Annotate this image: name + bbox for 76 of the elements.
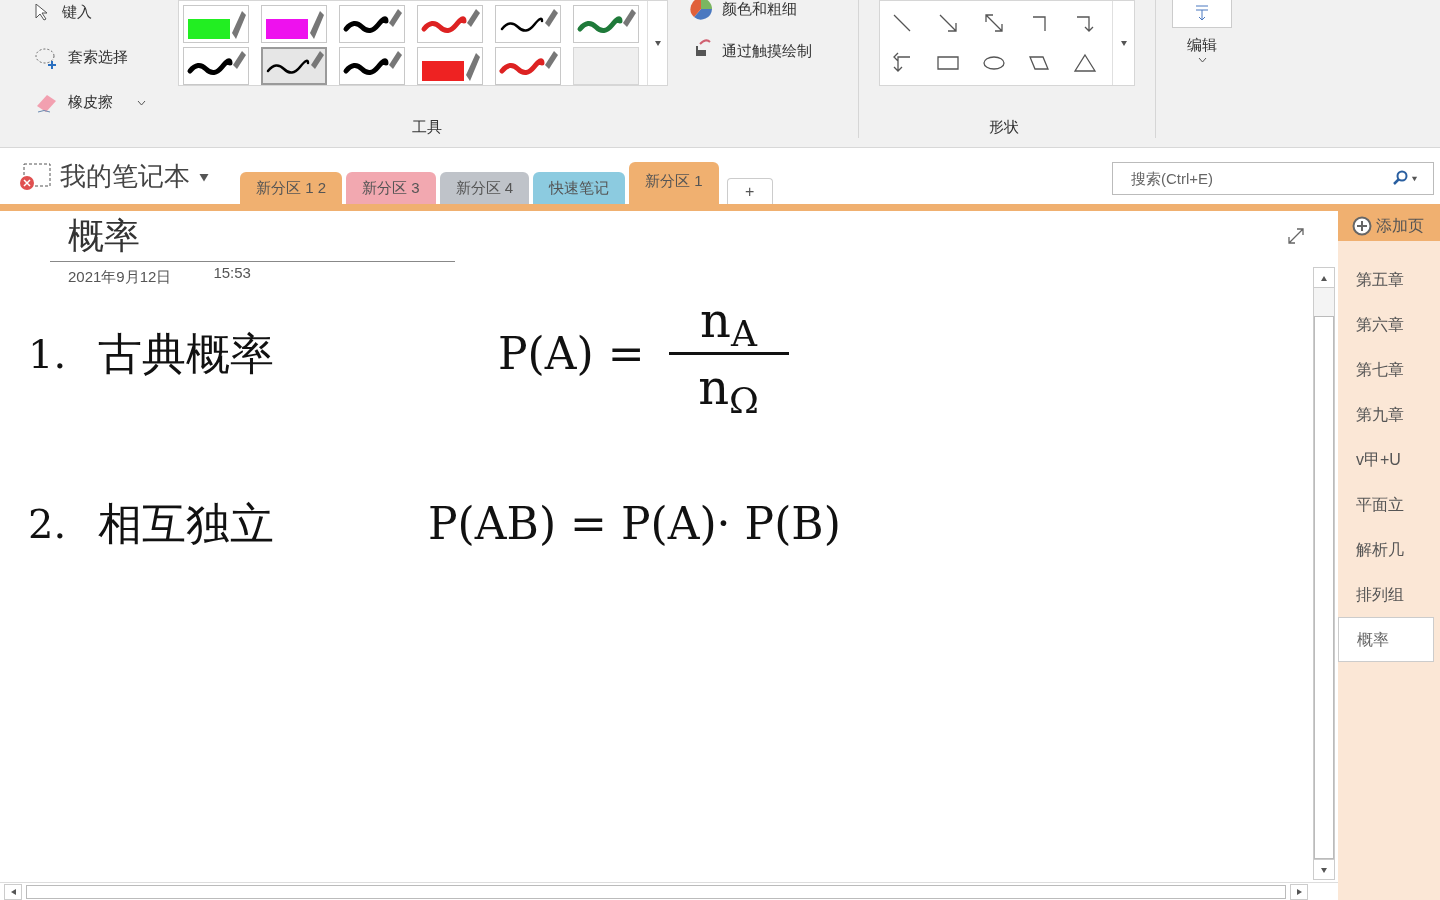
dropdown-icon	[1119, 39, 1128, 47]
dropdown-icon	[1411, 174, 1418, 182]
pen-swatch[interactable]	[339, 5, 405, 43]
page-list-item[interactable]: 概率	[1338, 617, 1434, 662]
section-tab[interactable]: 新分区 1 2	[240, 172, 343, 204]
pen-swatch[interactable]	[495, 47, 561, 85]
ribbon-tool-button[interactable]: 套索选择	[34, 35, 174, 80]
dropdown-icon	[653, 39, 662, 47]
ink-formula: P(AB) = P(A)· P(B)	[428, 496, 841, 551]
ink-heading: 相互独立	[98, 496, 275, 551]
notebook-name[interactable]: 我的笔记本	[60, 157, 190, 196]
page-list-item[interactable]: 平面立	[1338, 482, 1440, 527]
pen-swatch[interactable]	[183, 47, 249, 85]
group-label: 工具	[412, 117, 443, 137]
page-list-item[interactable]: 第九章	[1338, 392, 1440, 437]
add-section-tab[interactable]: +	[726, 178, 773, 204]
page-list-item[interactable]: 解析几	[1338, 527, 1440, 572]
search-icon	[1392, 170, 1408, 186]
page-list-item[interactable]: 第五章	[1338, 257, 1440, 302]
pen-tip-icon	[389, 9, 402, 27]
page-list-item[interactable]: 排列组	[1338, 572, 1440, 617]
vertical-scrollbar[interactable]	[1313, 267, 1335, 880]
pen-tip-icon	[545, 9, 558, 27]
pen-tip-icon	[232, 11, 246, 39]
section-tab[interactable]: 新分区 4	[439, 172, 530, 204]
search-field[interactable]: 搜索(Ctrl+E)	[1112, 162, 1434, 195]
ink-heading: 古典概率	[98, 326, 275, 381]
pen-tip-icon	[466, 53, 480, 81]
section-tab[interactable]: 快速笔记	[533, 172, 626, 204]
pen-swatch[interactable]	[495, 5, 561, 43]
ink-denominator: n$_{Ω}$	[698, 358, 759, 411]
page-list-item[interactable]: 第七章	[1338, 347, 1440, 392]
pen-swatch[interactable]	[261, 5, 327, 43]
scroll-right-icon	[1295, 887, 1303, 896]
section-tab[interactable]: 新分区 3	[346, 172, 436, 204]
insert-space-icon	[1195, 4, 1209, 22]
page-date: 2021年9月12日	[68, 267, 172, 287]
pen-tip-icon	[545, 51, 558, 69]
scroll-down-icon	[1320, 865, 1328, 874]
notebook-icon	[18, 161, 52, 192]
horizontal-scrollbar[interactable]	[0, 882, 1338, 900]
add-page-button[interactable]: 添加页	[1338, 211, 1440, 241]
expand-icon[interactable]	[1287, 227, 1305, 245]
edit-button[interactable]: 编辑	[1170, 0, 1234, 74]
page-time: 15:53	[213, 263, 251, 283]
pen-swatch[interactable]	[261, 47, 327, 85]
ribbon-tool-button[interactable]: 键入	[34, 0, 174, 35]
pen-swatch[interactable]	[573, 47, 639, 85]
chevron-icon	[1197, 56, 1207, 63]
ink-number: 2.	[28, 499, 68, 549]
page-list-item[interactable]: 第六章	[1338, 302, 1440, 347]
pen-swatch[interactable]	[183, 5, 249, 43]
ink-numerator: n$_{A}$	[700, 296, 758, 352]
pen-tip-icon	[623, 9, 636, 27]
group-label: 形状	[989, 117, 1020, 137]
pen-swatch[interactable]	[417, 47, 483, 85]
pen-swatch[interactable]	[417, 5, 483, 43]
ribbon-action-button[interactable]: 通过触摸绘制	[688, 30, 858, 72]
plus-circle-icon	[1352, 216, 1372, 236]
section-tab[interactable]: 新分区 1	[629, 162, 719, 204]
pen-swatch[interactable]	[339, 47, 405, 85]
ink-number: 1.	[28, 329, 68, 379]
pen-tip-icon	[311, 51, 324, 69]
pen-tip-icon	[233, 51, 246, 69]
page-list-item[interactable]: v甲+U	[1338, 437, 1440, 482]
page-title[interactable]: 概率	[68, 215, 140, 256]
ribbon-tool-button[interactable]: 橡皮擦	[34, 80, 174, 125]
color-wheel-icon	[688, 0, 714, 20]
pen-swatch[interactable]	[573, 5, 639, 43]
chevron-icon	[137, 99, 146, 106]
ribbon-action-button[interactable]: 颜色和粗细	[688, 0, 858, 30]
ink-formula: P(A) =	[498, 326, 645, 381]
scroll-left-icon	[9, 887, 17, 896]
pen-tip-icon	[310, 11, 324, 39]
pen-tip-icon	[389, 51, 402, 69]
pen-tip-icon	[467, 9, 480, 27]
